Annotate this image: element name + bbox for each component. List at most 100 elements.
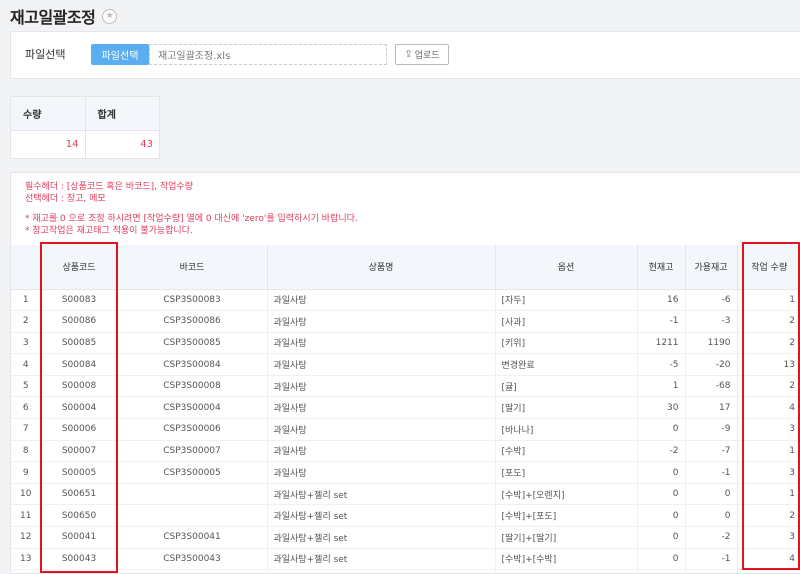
summary-quantity-header: 수량 [11, 97, 86, 130]
cell-name: 과일사탕 [266, 375, 495, 397]
cell-avail: -7 [684, 440, 737, 462]
cell-avail: -9 [684, 418, 737, 441]
col-header-option[interactable]: 옵션 [494, 245, 637, 290]
cell-no: 9 [22, 467, 29, 478]
cell-option: [포도] [494, 461, 637, 484]
cell-option: [자두] [494, 289, 637, 311]
cell-code: S00007 [40, 440, 117, 462]
table-row[interactable]: 6 S00004 CSP3S00004 과일사탕 [딸기] 30 17 4 [11, 396, 800, 419]
cell-qty: 2 [736, 375, 800, 397]
col-header-quantity[interactable]: 작업 수량 [736, 245, 800, 290]
cell-no: 5 [22, 381, 29, 392]
cell-name: 과일사탕 [266, 461, 495, 484]
table-row[interactable]: 5 S00008 CSP3S00008 과일사탕 [귤] 1 -68 2 [11, 375, 800, 397]
cell-qty: 1 [736, 289, 800, 311]
cell-name: 과일사탕 [266, 353, 495, 376]
table-row[interactable]: 7 S00006 CSP3S00006 과일사탕 [바나나] 0 -9 3 [11, 418, 800, 441]
cell-no: 1 [22, 294, 29, 305]
cell-avail: -68 [684, 375, 737, 397]
summary-header: 수량 합계 [11, 97, 159, 131]
table-row[interactable]: 10 S00651 과일사탕+젤리 set [수박]+[오렌지] 0 0 1 [11, 483, 800, 505]
upload-button[interactable]: ⇪ 업로드 [395, 44, 449, 65]
cell-barcode: CSP3S00084 [116, 353, 267, 376]
cell-code: S00086 [40, 310, 117, 333]
cell-no: 7 [22, 424, 29, 435]
cell-qty: 13 [736, 353, 800, 376]
cell-option: 변경완료 [494, 353, 637, 376]
cell-option: [바나나] [494, 418, 637, 441]
cell-no: 8 [22, 445, 29, 456]
cell-avail: -3 [684, 310, 737, 333]
cell-code: S00651 [40, 483, 117, 505]
table-row[interactable]: 8 S00007 CSP3S00007 과일사탕 [수박] -2 -7 1 [11, 440, 800, 462]
col-header-available[interactable]: 가용재고 [684, 245, 737, 290]
cell-code: S00041 [40, 526, 117, 549]
cell-stock: 30 [636, 396, 685, 419]
file-select-button[interactable]: 파일선택 [91, 44, 149, 65]
table-row[interactable]: 9 S00005 CSP3S00005 과일사탕 [포도] 0 -1 3 [11, 461, 800, 484]
table-row[interactable]: 3 S00085 CSP3S00085 과일사탕 [키위] 1211 1190 2 [11, 332, 800, 354]
cell-code: S00006 [40, 418, 117, 441]
cell-barcode: CSP3S00085 [116, 332, 267, 354]
col-header-name[interactable]: 상품명 [266, 245, 495, 290]
cell-no: 13 [20, 553, 32, 564]
cell-option: [수박] [494, 440, 637, 462]
cell-code: S00085 [40, 332, 117, 354]
cell-stock: -5 [636, 353, 685, 376]
table-row[interactable]: 11 S00650 과일사탕+젤리 set [수박]+[포도] 0 0 2 [11, 504, 800, 527]
cell-name: 과일사탕+젤리 set [266, 483, 495, 505]
table-row[interactable]: 2 S00086 CSP3S00086 과일사탕 [사과] -1 -3 2 [11, 310, 800, 333]
table-row[interactable]: 13 S00043 CSP3S00043 과일사탕+젤리 set [수박]+[수박] 0-… [11, 548, 800, 570]
note-optional-headers: 선택헤더 : 창고, 메모 [25, 194, 106, 204]
cell-option: [수박]+[수박] [494, 548, 637, 570]
cell-avail: -1 [684, 461, 737, 484]
title-row: 재고일괄조정 ★ [10, 4, 118, 28]
cell-no: 10 [20, 489, 32, 500]
col-header-code[interactable]: 상품코드 [40, 245, 117, 290]
cell-barcode: CSP3S00008 [116, 375, 267, 397]
cell-barcode [116, 504, 267, 527]
col-header-no [11, 245, 41, 290]
cell-qty: 3 [736, 418, 800, 441]
cell-name: 과일사탕+젤리 set [266, 504, 495, 527]
cell-stock: 0 [636, 569, 685, 573]
cell-stock: 0 [636, 548, 685, 570]
table-row[interactable]: 14S00042CSP3S00042과일사탕+젤리 set[포도]+[포도]0-… [11, 569, 800, 573]
cell-qty: 2 [736, 504, 800, 527]
cell-barcode: CSP3S00006 [116, 418, 267, 441]
table-row[interactable]: 12 S00041 CSP3S00041 과일사탕+젤리 set [딸기]+[딸기] 0-… [11, 526, 800, 549]
star-icon[interactable]: ★ [102, 8, 118, 24]
cell-stock: 0 [636, 483, 685, 505]
cell-no: 6 [22, 402, 29, 413]
table-row[interactable]: 1 S00083 CSP3S00083 과일사탕 [자두] 16 -6 1 [11, 289, 800, 311]
cell-name: 과일사탕 [266, 440, 495, 462]
upload-button-label: 업로드 [414, 51, 440, 61]
cell-no: 2 [22, 316, 29, 327]
cell-option: [수박]+[오렌지] [494, 483, 637, 505]
note-warehouse-tag: * 창고작업은 재고태그 적용이 불가능합니다. [25, 226, 193, 236]
cell-no: 4 [22, 359, 29, 370]
inventory-table: 상품코드 바코드 상품명 옵션 현재고 가용재고 작업 수량 1 S00083 CS… [11, 245, 800, 573]
file-name-field[interactable]: 재고일괄조정.xls [149, 44, 387, 65]
col-header-barcode[interactable]: 바코드 [116, 245, 267, 290]
cell-option: [귤] [494, 375, 637, 397]
note-required-headers: 필수헤더 : [상품코드 혹은 바코드], 작업수량 [25, 182, 193, 192]
cell-qty: 3 [736, 461, 800, 484]
table-row[interactable]: 4 S00084 CSP3S00084 과일사탕 변경완료 -5 -20 13 [11, 353, 800, 376]
summary-box: 수량 합계 14 43 [10, 96, 160, 159]
cell-qty: 2 [736, 569, 800, 573]
cell-avail: -2 [684, 526, 737, 549]
cell-name: 과일사탕 [266, 289, 495, 311]
cell-stock: 1 [636, 375, 685, 397]
table-body: 1 S00083 CSP3S00083 과일사탕 [자두] 16 -6 1 2 S00086 CSP… [11, 289, 800, 573]
cell-name: 과일사탕+젤리 set [266, 548, 495, 570]
col-header-stock[interactable]: 현재고 [636, 245, 685, 290]
cell-stock: 0 [636, 418, 685, 441]
cell-stock: 0 [636, 526, 685, 549]
cell-code: S00008 [40, 375, 117, 397]
cell-barcode: CSP3S00007 [116, 440, 267, 462]
cell-barcode [116, 483, 267, 505]
cell-option: [수박]+[포도] [494, 504, 637, 527]
cell-avail: 0 [684, 483, 737, 505]
cell-option: [사과] [494, 310, 637, 333]
